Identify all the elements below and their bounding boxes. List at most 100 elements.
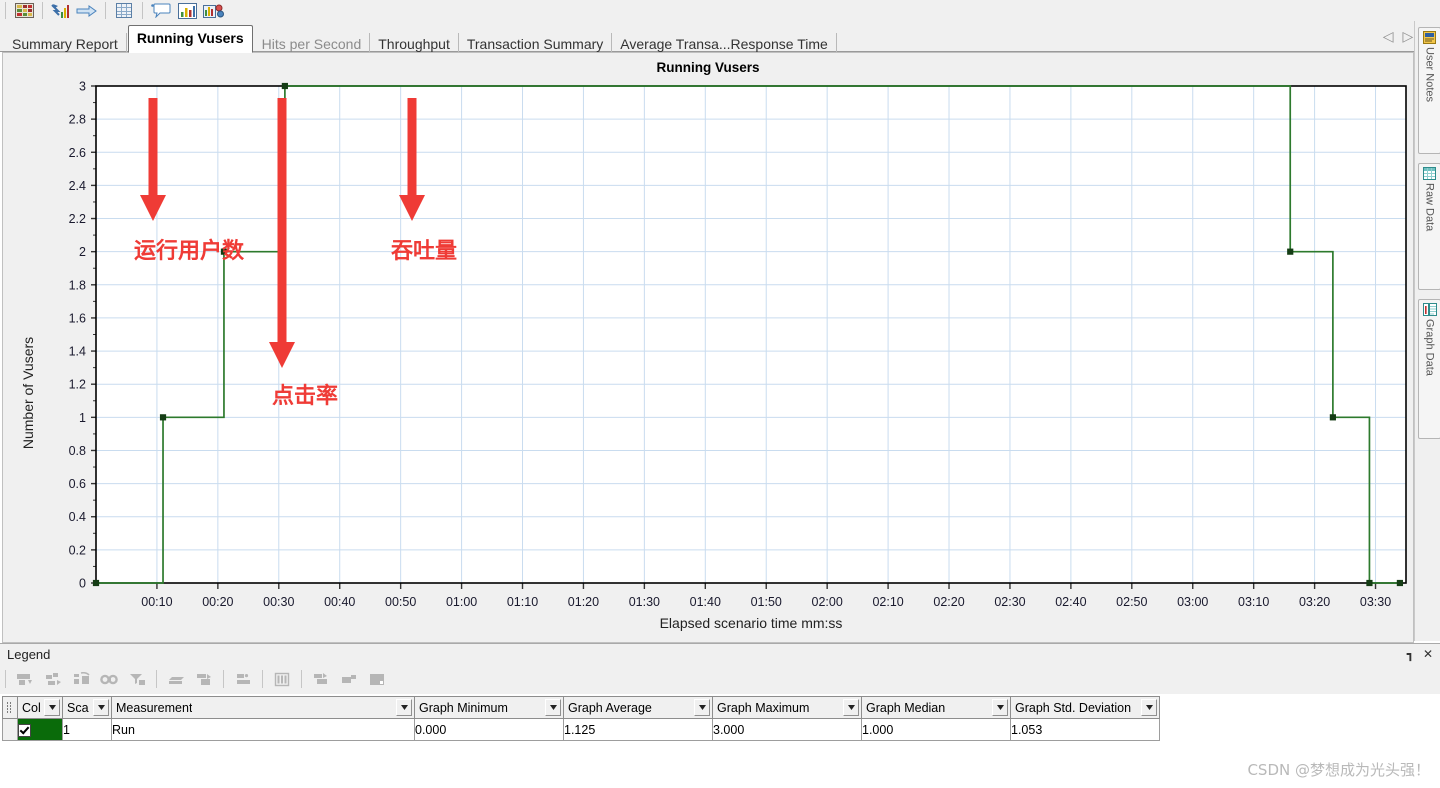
series-visible-checkbox[interactable] [18,723,31,737]
dock-tab-label: User Notes [1423,47,1436,103]
open-report-button[interactable] [11,1,37,20]
graph-color-button[interactable] [363,668,391,690]
x-axis-label: Elapsed scenario time mm:ss [660,615,843,631]
watermark: CSDN @梦想成为光头强！ [1247,761,1430,779]
chevron-down-icon[interactable] [992,699,1008,716]
drill-down-button[interactable] [307,668,335,690]
break-down-button[interactable] [229,668,257,690]
next-graph-button[interactable] [74,1,100,20]
graph-settings-button[interactable] [200,1,226,20]
y-tick-label: 1.2 [69,378,86,392]
annotation-label-2: 吞吐量 [391,239,457,264]
tab-running-vusers[interactable]: Running Vusers [127,25,253,53]
running-vusers-chart[interactable]: 0 0.2 0.4 0.6 0.8 1 1.2 1.4 1.6 1.8 2 2.2 2.4 2.6 2.8 3… [3,53,1413,642]
auto-correlate-button[interactable] [190,668,218,690]
y-tick-label: 1.8 [69,278,86,292]
configure-measurement-button[interactable] [39,668,67,690]
x-tick-label: 02:00 [812,595,843,609]
dock-tab-label: Graph Data [1423,319,1436,376]
column-label: Graph Std. Deviation [1015,700,1132,715]
y-tick-label: 2.4 [69,179,86,193]
y-tick-label: 1.4 [69,345,86,359]
column-header-graph-average[interactable]: Graph Average [563,696,713,719]
x-axis-tick-labels: 00:10 00:20 00:30 00:40 00:50 01:00 01:10 01:20… [141,595,1391,609]
chevron-down-icon[interactable] [843,699,859,716]
column-header-graph-std-deviation[interactable]: Graph Std. Deviation [1010,696,1160,719]
graph-properties-button[interactable] [174,1,200,20]
grid-handle-icon [7,702,11,713]
view-measurement-trend-button[interactable] [95,668,123,690]
legend-title: Legend [7,647,51,662]
set-granularity-button[interactable] [67,668,95,690]
overlay-graph-button[interactable] [335,668,363,690]
show-grid-button[interactable] [111,1,137,20]
x-tick-label: 01:40 [690,595,721,609]
x-tick-label: 01:50 [751,595,782,609]
close-icon[interactable]: ✕ [1423,647,1433,661]
filter-measurement-icon [129,673,145,685]
web-page-breakdown-button[interactable] [268,668,296,690]
chevron-down-icon[interactable] [1141,699,1157,716]
row-color-checkbox-cell[interactable] [17,718,63,741]
toolbar-divider [223,670,224,688]
column-label: Sca [67,700,89,715]
x-tick-label: 01:20 [568,595,599,609]
chevron-down-icon[interactable] [93,699,109,716]
x-tick-label: 03:10 [1238,595,1269,609]
overlay-graph-icon [341,674,356,683]
x-tick-label: 02:50 [1116,595,1147,609]
series-point-marker [281,82,288,90]
chevron-down-icon[interactable] [44,699,60,716]
configure-measurement-icon [45,672,61,685]
toolbar-divider [156,670,157,688]
add-comment-button[interactable] [148,1,174,20]
y-tick-label: 3 [79,80,86,94]
filter-measurement-button[interactable] [123,668,151,690]
table-row[interactable]: 1 Run 0.000 1.125 3.000 1.000 1.053 [2,718,1160,741]
right-dock: User Notes Raw Data Graph Data [1414,21,1440,641]
comment-icon [151,3,171,18]
y-axis-label: Number of Vusers [20,337,36,449]
column-label: Graph Median [866,700,946,715]
series-point-marker [1287,248,1294,255]
row-selector-cell[interactable] [2,718,18,741]
merge-graph-button[interactable] [162,668,190,690]
dock-tab-user-notes[interactable]: User Notes [1418,27,1440,154]
toolbar-divider [262,670,263,688]
add-new-graph-button[interactable] [48,1,74,20]
tab-next-icon[interactable]: ▷ [1402,29,1413,43]
arrow-right-icon [76,4,97,17]
graph-tabs: Summary Report Running Vusers Hits per S… [4,21,837,55]
y-tick-label: 2.6 [69,146,86,160]
legend-table[interactable]: Col Sca Measurement Graph Minimum Graph … [2,696,1160,741]
chart-gridlines [96,85,1406,583]
column-header-graph-maximum[interactable]: Graph Maximum [712,696,862,719]
y-tick-label: 2.8 [69,113,86,127]
y-tick-label: 1.6 [69,311,86,325]
chevron-down-icon[interactable] [694,699,710,716]
column-header-scale[interactable]: Sca [62,696,112,719]
column-header-graph-minimum[interactable]: Graph Minimum [414,696,564,719]
series-point-marker [1329,414,1336,421]
dock-tab-graph-data[interactable]: Graph Data [1418,299,1440,439]
chevron-down-icon[interactable] [396,699,412,716]
column-header-measurement[interactable]: Measurement [111,696,415,719]
tab-prev-icon[interactable]: ◁ [1383,29,1394,43]
web-page-breakdown-icon [274,672,289,686]
toolbar-divider [105,2,106,19]
chevron-down-icon[interactable] [545,699,561,716]
x-tick-label: 03:30 [1360,595,1391,609]
toolbar-divider [5,2,6,19]
view-measurement-trend-icon [99,674,118,684]
show-measurement-button[interactable] [11,668,39,690]
x-tick-label: 00:50 [385,595,416,609]
y-tick-label: 2.2 [69,212,86,226]
table-icon [1423,167,1436,180]
x-tick-label: 03:00 [1177,595,1208,609]
grid-icon [116,3,132,18]
dock-tab-raw-data[interactable]: Raw Data [1418,163,1440,290]
column-header-graph-median[interactable]: Graph Median [861,696,1011,719]
pin-icon[interactable]: ┓ [1407,647,1414,661]
show-measurement-icon [16,673,32,685]
column-header-col[interactable]: Col [17,696,63,719]
